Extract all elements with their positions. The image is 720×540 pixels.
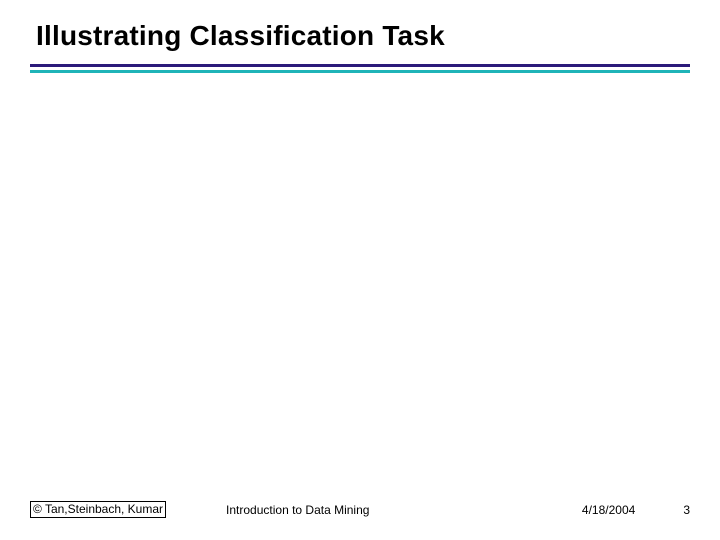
slide-title: Illustrating Classification Task xyxy=(36,20,684,52)
title-rule-accent xyxy=(30,70,690,73)
slide: Illustrating Classification Task © Tan,S… xyxy=(0,0,720,540)
footer-center: Introduction to Data Mining xyxy=(226,503,369,517)
footer-date: 4/18/2004 xyxy=(582,503,635,517)
footer: © Tan,Steinbach, Kumar Introduction to D… xyxy=(30,501,690,518)
footer-copyright: © Tan,Steinbach, Kumar xyxy=(30,501,166,518)
footer-page-number: 3 xyxy=(683,503,690,517)
title-rule-primary xyxy=(30,64,690,67)
